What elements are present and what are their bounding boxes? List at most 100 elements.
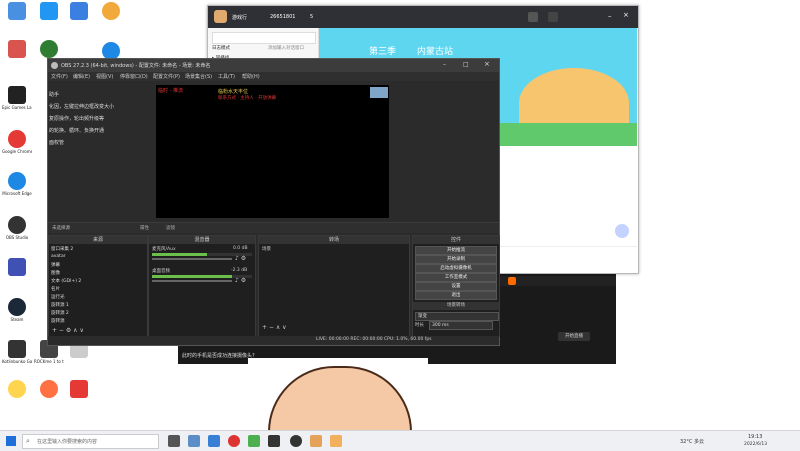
edge-icon[interactable]: Microsoft Edge — [2, 172, 32, 196]
clock-date[interactable]: 2022/6/13 — [744, 442, 767, 447]
taskbar-app-icon[interactable] — [228, 435, 240, 447]
scene-item[interactable]: 场景 — [262, 246, 271, 252]
obs-studio-icon[interactable]: OBS Studio — [2, 216, 32, 240]
avatar[interactable] — [214, 10, 227, 23]
filter-label[interactable]: 日志模式 — [212, 45, 230, 51]
menu-edit[interactable]: 编辑(E) — [73, 73, 90, 80]
maximize-icon[interactable]: □ — [463, 61, 469, 68]
transition-select[interactable]: 渐变 — [415, 312, 499, 321]
sources-header: 来源 — [49, 236, 147, 244]
settings-button[interactable]: 设置 — [415, 282, 497, 291]
volume-slider[interactable] — [152, 258, 232, 260]
chat-titlebar: 游戏行 26651801 5 – × — [208, 6, 638, 28]
mixer-track-level: -2.3 dB — [231, 268, 248, 273]
start-recording-button[interactable]: 开始录制 — [415, 255, 497, 264]
preview-canvas[interactable]: 临时 - 推流 临粉水天丰位 联系方式 · 主持人 · 开放弹幕 — [156, 85, 389, 218]
virtual-camera-button[interactable]: 启动虚拟摄像机 — [415, 264, 497, 273]
menu-scene-collection[interactable]: 场景集合(S) — [185, 73, 212, 80]
close-icon[interactable]: × — [623, 11, 629, 19]
exit-button[interactable]: 退出 — [415, 291, 497, 300]
source-item[interactable]: 图像 — [51, 270, 60, 277]
menu-profile[interactable]: 配置文件(P) — [153, 73, 180, 80]
menu-help[interactable]: 帮助(H) — [242, 73, 260, 80]
taskbar-obs-icon[interactable] — [290, 435, 302, 447]
source-item[interactable]: avatar — [51, 254, 66, 261]
search-input[interactable] — [212, 32, 316, 44]
obs-left-area: 助手 化因，左键拉伸边框改变大小 复原操作，轮出频升级等 的轮换、循环、负换开通… — [48, 81, 152, 219]
desktop-icon[interactable] — [2, 258, 32, 277]
taskbar-app-icon[interactable] — [268, 435, 280, 447]
speaker-icon[interactable]: ♪ ⚙ — [235, 277, 246, 284]
source-item[interactable]: 旋转源 — [51, 318, 65, 325]
clock-time[interactable]: 19:13 — [748, 434, 762, 440]
chrome-icon[interactable]: Google Chrome — [2, 130, 32, 154]
mixer-track-name: 麦克风/Aux — [152, 247, 176, 252]
taskbar: 在这里输入你要搜索的内容 ⌕ 32°C 多云 19:13 2022/6/13 — [0, 430, 800, 451]
taskbar-app-icon[interactable] — [310, 435, 322, 447]
source-item[interactable]: 名片 — [51, 286, 60, 293]
desktop-icon[interactable] — [34, 2, 64, 21]
duration-label: 时长 — [415, 323, 424, 328]
sources-panel: 来源 窗口采集 2 avatar 弹幕 图像 文本 (GDI+) 2 名片 运行… — [48, 235, 148, 337]
menu-file[interactable]: 文件(F) — [51, 73, 68, 80]
taskbar-search[interactable]: 在这里输入你要搜索的内容 ⌕ — [22, 434, 159, 449]
desktop-icon[interactable] — [96, 2, 126, 21]
game-icon[interactable] — [548, 12, 558, 22]
add-source-icon[interactable]: + − ⚙ ∧ ∨ — [52, 327, 84, 334]
mixer-track-level: 0.0 dB — [233, 246, 248, 251]
taskbar-app-icon[interactable] — [208, 435, 220, 447]
controls-header: 控件 — [413, 236, 499, 244]
home-icon[interactable] — [528, 12, 538, 22]
desktop-icon[interactable] — [64, 2, 94, 21]
chat-id: 26651801 — [270, 14, 296, 20]
search-icon: ⌕ — [26, 437, 30, 445]
source-item[interactable]: 窗口采集 2 — [51, 246, 73, 253]
source-item[interactable]: 弹幕 — [51, 262, 60, 269]
taskbar-app-icon[interactable] — [330, 435, 342, 447]
duration-input[interactable]: 300 ms — [429, 321, 493, 330]
close-icon[interactable]: × — [484, 60, 490, 68]
weather[interactable]: 32°C 多云 — [680, 438, 704, 445]
desktop-icon[interactable] — [34, 380, 64, 399]
desktop-icon[interactable] — [64, 380, 94, 399]
start-live-button[interactable]: 开始直播 — [558, 332, 590, 341]
desktop-icon[interactable] — [2, 40, 32, 59]
epic-games-icon[interactable]: Epic Games Launcher — [2, 86, 32, 110]
no-source-label: 未选择源 — [52, 226, 70, 231]
menu-docks[interactable]: 停靠窗口(D) — [120, 73, 148, 80]
minimize-icon[interactable]: – — [608, 12, 612, 20]
desktop-icon[interactable] — [2, 2, 32, 21]
source-item[interactable]: 旋转源 1 — [51, 302, 69, 309]
mixer-track-name: 桌面音频 — [152, 269, 170, 274]
scenes-header: 转场 — [259, 236, 409, 244]
source-item[interactable]: 文本 (GDI+) 2 — [51, 278, 81, 285]
desktop-icon[interactable] — [2, 380, 32, 399]
source-item[interactable]: 运行光 — [51, 294, 65, 301]
task-view-icon[interactable] — [168, 435, 180, 447]
scenes-panel: 转场 场景 + − ∧ ∨ — [258, 235, 410, 337]
add-scene-icon[interactable]: + − ∧ ∨ — [262, 324, 287, 331]
properties-button[interactable]: 属性 — [140, 225, 149, 231]
cutoff-text: 助手 化因，左键拉伸边框改变大小 复原操作，轮出频升级等 的轮换、循环、负换开通… — [49, 92, 115, 146]
assistant-icon[interactable] — [615, 224, 629, 238]
start-streaming-button[interactable]: 开始推流 — [415, 246, 497, 255]
character-shape — [268, 366, 412, 432]
steam-icon[interactable]: Steam — [2, 298, 32, 322]
volume-slider[interactable] — [152, 280, 232, 282]
speaker-icon[interactable]: ♪ ⚙ — [235, 255, 246, 262]
mixer-panel: 混音器 麦克风/Aux 0.0 dB ♪ ⚙ 桌面音频 -2.3 dB ♪ ⚙ — [148, 235, 256, 337]
windows-start-icon[interactable] — [6, 436, 16, 446]
menu-tools[interactable]: 工具(T) — [218, 73, 235, 80]
source-item[interactable]: 旋转源 2 — [51, 310, 69, 317]
desktop-icon[interactable]: Kotlinbunko Gamer L... — [2, 340, 32, 364]
filters-button[interactable]: 滤镜 — [166, 225, 175, 231]
minimize-icon[interactable]: – — [443, 61, 446, 68]
taskbar-app-icon[interactable] — [188, 435, 200, 447]
preview-text-red: 临时 - 推流 — [158, 88, 183, 94]
desktop-icon[interactable] — [34, 40, 64, 59]
obs-status-bar: LIVE: 00:00:00 REC: 00:00:00 CPU: 1.0%, … — [48, 336, 499, 345]
source-toolbar: 未选择源 属性 滤镜 — [48, 222, 499, 233]
studio-mode-button[interactable]: 工作室模式 — [415, 273, 497, 282]
taskbar-app-icon[interactable] — [248, 435, 260, 447]
menu-view[interactable]: 视图(V) — [96, 73, 113, 80]
